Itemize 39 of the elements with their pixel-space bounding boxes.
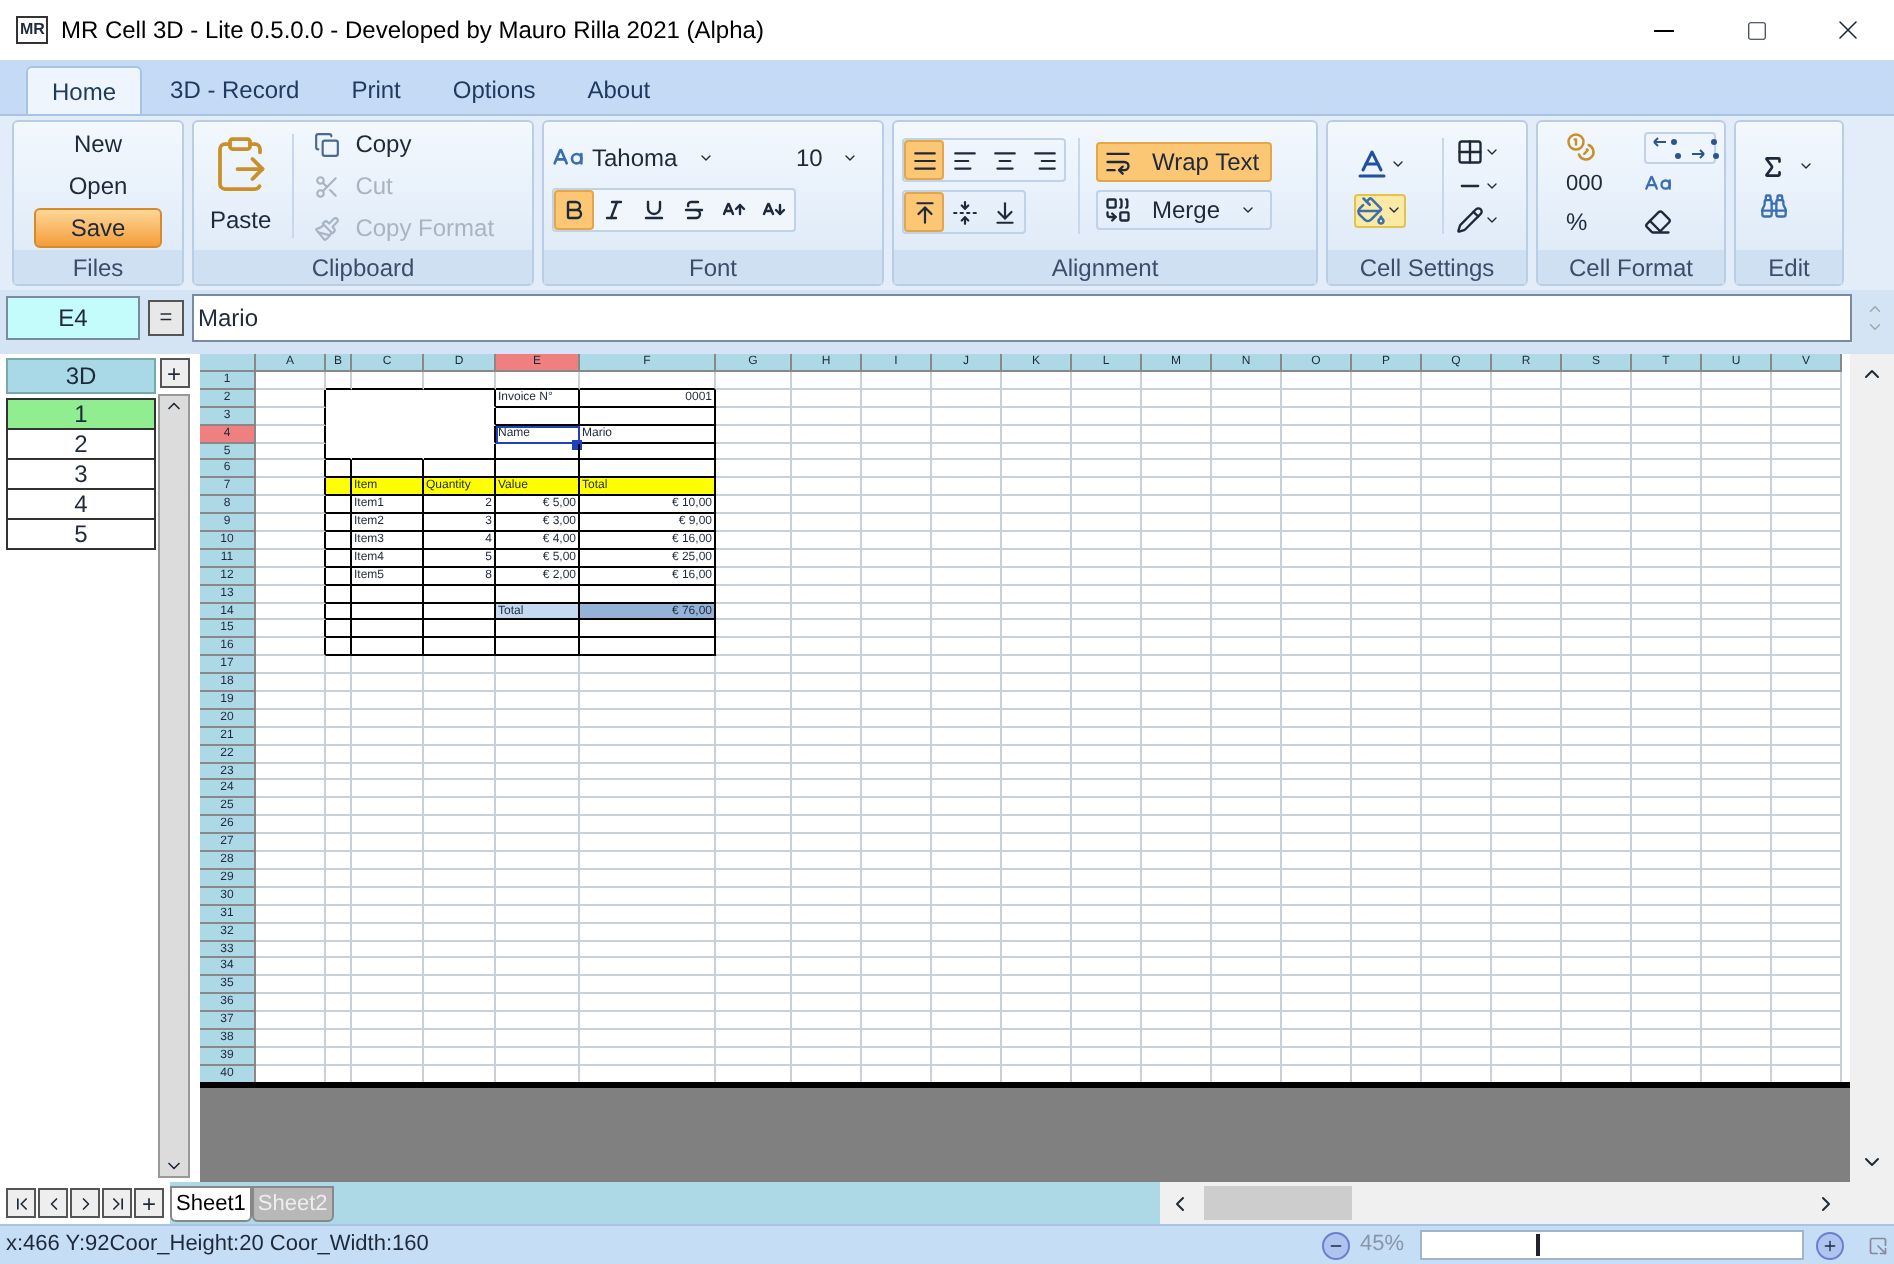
ribbon-tab[interactable]: Options bbox=[428, 66, 560, 114]
percent-button[interactable]: % bbox=[1566, 204, 1588, 241]
clipboard-button[interactable]: Copy bbox=[313, 126, 495, 162]
thousands-button[interactable]: 000 bbox=[1566, 167, 1603, 201]
layer-item[interactable]: 2 bbox=[6, 428, 156, 460]
file-button[interactable]: Save bbox=[34, 208, 162, 248]
status-text: x:466 Y:92Coor_Height:20 Coor_Width:160 bbox=[6, 1230, 429, 1261]
app-logo: MR bbox=[16, 16, 49, 44]
add-sheet-button[interactable]: + bbox=[134, 1188, 164, 1218]
group-label: Files bbox=[72, 251, 124, 285]
add-layer-button[interactable]: + bbox=[159, 358, 189, 388]
group-label: Cell Settings bbox=[1359, 251, 1495, 285]
layer-item[interactable]: 4 bbox=[6, 488, 156, 520]
ribbon-tab[interactable]: Print bbox=[327, 66, 425, 114]
ribbon-tab[interactable]: Home bbox=[26, 66, 143, 114]
paste-button[interactable]: Paste bbox=[202, 134, 294, 238]
group-label: Font bbox=[688, 251, 737, 285]
equals-button[interactable]: = bbox=[148, 300, 184, 336]
zoom-level: 45% bbox=[1360, 1230, 1407, 1261]
formula-field[interactable]: Mario bbox=[192, 294, 1852, 342]
group-label: Edit bbox=[1768, 251, 1810, 285]
layer-item[interactable]: 1 bbox=[6, 398, 156, 430]
panel-header: 3D bbox=[6, 358, 156, 394]
group-label: Cell Format bbox=[1568, 251, 1693, 285]
font-name-dropdown[interactable]: Tahoma bbox=[592, 140, 764, 176]
layer-item[interactable]: 3 bbox=[6, 458, 156, 490]
file-button[interactable]: New bbox=[34, 124, 162, 164]
cell-reference-field[interactable]: E4 bbox=[6, 296, 140, 340]
sheet-tab[interactable]: Sheet1 bbox=[170, 1185, 252, 1221]
file-button[interactable]: Open bbox=[34, 166, 162, 206]
wrap-text-button[interactable]: Wrap Text bbox=[1096, 142, 1272, 182]
window-title: MR Cell 3D - Lite 0.5.0.0 - Developed by Mauro Rilla 2021 (Alpha) bbox=[60, 14, 764, 48]
group-label: Alignment bbox=[1051, 251, 1159, 285]
ribbon-tab[interactable]: 3D - Record bbox=[146, 66, 324, 114]
layer-item[interactable]: 5 bbox=[6, 518, 156, 550]
font-size-dropdown[interactable]: 10 bbox=[796, 140, 859, 176]
ribbon-tab[interactable]: About bbox=[563, 66, 675, 114]
group-label: Clipboard bbox=[311, 251, 415, 285]
merge-button[interactable]: Merge bbox=[1096, 190, 1272, 230]
